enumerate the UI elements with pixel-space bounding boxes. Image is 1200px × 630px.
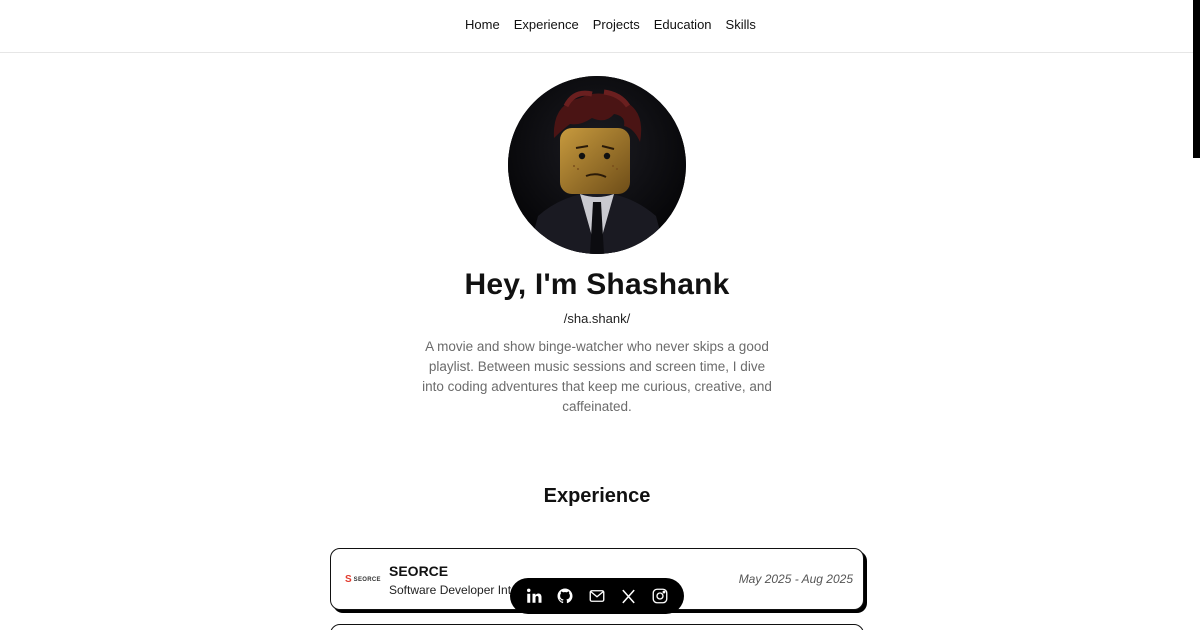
nav-links: Home Experience Projects Education Skill… — [465, 17, 756, 32]
bio-text: A movie and show binge-watcher who never… — [422, 339, 772, 414]
linkedin-icon[interactable] — [523, 585, 545, 607]
social-dock — [510, 578, 684, 614]
nav-item-experience[interactable]: Experience — [514, 17, 579, 32]
scrollbar-thumb[interactable] — [1193, 0, 1200, 158]
instagram-icon[interactable] — [649, 585, 671, 607]
top-nav: Home Experience Projects Education Skill… — [0, 0, 1200, 53]
logo-mark: S — [345, 574, 352, 585]
mail-icon[interactable] — [586, 585, 608, 607]
company-logo: S SEORCE — [345, 574, 381, 585]
logo-text: SEORCE — [353, 576, 381, 583]
x-icon[interactable] — [618, 585, 640, 607]
role-title: Software Developer Intern — [389, 583, 529, 597]
nav-item-education[interactable]: Education — [654, 17, 712, 32]
nav-item-projects[interactable]: Projects — [593, 17, 640, 32]
company-name: SEORCE — [389, 563, 449, 579]
avatar-illustration — [508, 76, 686, 254]
experience-card-partial[interactable] — [330, 624, 864, 630]
page-title: Hey, I'm Shashank — [464, 268, 730, 301]
experience-heading: Experience — [543, 485, 651, 507]
avatar — [508, 76, 686, 254]
name-pronunciation: /sha.shank/ — [563, 311, 631, 326]
nav-item-skills[interactable]: Skills — [726, 17, 756, 32]
github-icon[interactable] — [554, 585, 576, 607]
nav-item-home[interactable]: Home — [465, 17, 500, 32]
date-range: May 2025 - Aug 2025 — [738, 572, 853, 586]
